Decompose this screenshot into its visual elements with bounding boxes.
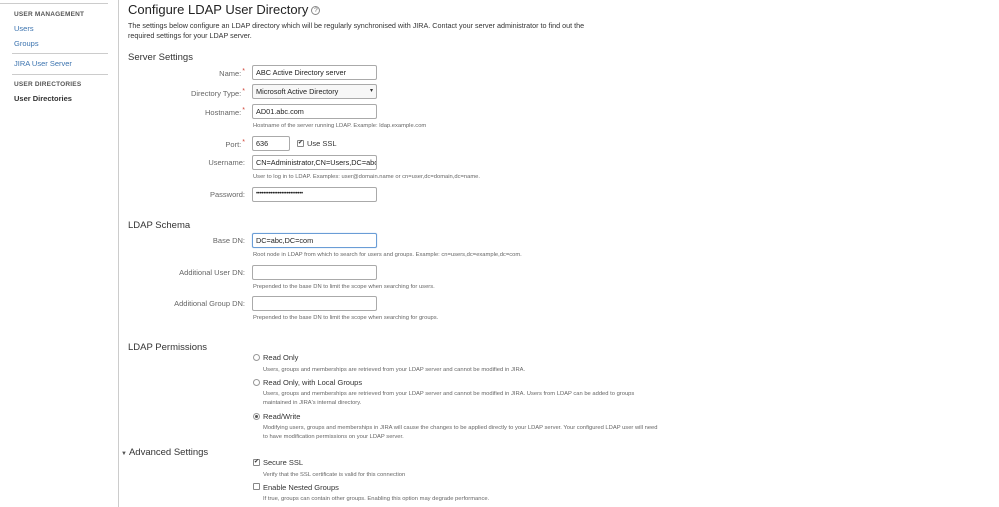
directory-type-label: Directory Type:*: [191, 88, 245, 98]
port-label: Port:*: [225, 139, 245, 149]
secure-ssl-label: Secure SSL: [263, 458, 304, 467]
permission-read-only-local-groups-radio[interactable]: [253, 379, 260, 386]
nested-groups-label: Enable Nested Groups: [263, 483, 339, 492]
hostname-field[interactable]: AD01.abc.com: [252, 104, 377, 119]
permission-read-only-local-groups-label: Read Only, with Local Groups: [263, 378, 363, 387]
username-hint: User to log in to LDAP. Examples: user@d…: [253, 174, 480, 180]
section-title-server-settings: Server Settings: [128, 52, 193, 63]
name-field[interactable]: ABC Active Directory server: [252, 65, 377, 80]
use-ssl-checkbox[interactable]: ✔: [297, 140, 304, 147]
secure-ssl-checkbox[interactable]: ✔: [253, 459, 260, 466]
page-title: Configure LDAP User Directory?: [128, 2, 321, 17]
password-label: Password:: [209, 190, 245, 199]
expand-icon: ▼: [121, 451, 127, 457]
hostname-label-text: Hostname:: [204, 108, 242, 117]
username-label: Username:: [208, 158, 245, 167]
chevron-down-icon: ▾: [369, 88, 373, 94]
required-marker: *: [242, 139, 245, 146]
advanced-settings-toggle[interactable]: ▼ Advanced Settings: [121, 447, 208, 458]
permission-read-write-label: Read/Write: [263, 412, 301, 421]
section-title-ldap-permissions: LDAP Permissions: [128, 342, 208, 353]
sidebar-item-users[interactable]: Users: [14, 24, 34, 33]
port-field[interactable]: 636: [252, 136, 290, 151]
additional-user-dn-field[interactable]: [252, 265, 377, 280]
directory-type-select[interactable]: Microsoft Active Directory ▾: [252, 84, 377, 99]
nested-groups-checkbox[interactable]: [253, 483, 260, 490]
permission-read-write-radio[interactable]: [253, 413, 260, 420]
permission-read-only-local-groups-desc: Users, groups and memberships are retrie…: [263, 391, 635, 406]
required-marker: *: [242, 68, 245, 75]
additional-group-dn-hint: Prepended to the base DN to limit the sc…: [253, 315, 439, 321]
permission-read-only-desc: Users, groups and memberships are retrie…: [263, 367, 526, 373]
sidebar-item-groups[interactable]: Groups: [14, 39, 39, 48]
hostname-hint: Hostname of the server running LDAP. Exa…: [253, 123, 427, 129]
port-label-text: Port:: [225, 140, 242, 149]
sidebar-divider: [12, 74, 108, 75]
use-ssl-label: Use SSL: [307, 139, 337, 148]
intro-text: The settings below configure an LDAP dir…: [128, 21, 585, 40]
additional-user-dn-label: Additional User DN:: [179, 268, 245, 277]
name-label: Name:*: [219, 68, 245, 78]
sidebar: USER MANAGEMENT Users Groups JIRA User S…: [0, 0, 119, 507]
permission-read-only-label: Read Only: [263, 353, 299, 362]
sidebar-item-jira-user-server[interactable]: JIRA User Server: [14, 59, 72, 68]
sidebar-heading-user-directories: USER DIRECTORIES: [14, 81, 82, 88]
help-icon[interactable]: ?: [311, 6, 321, 15]
sidebar-heading-user-management: USER MANAGEMENT: [14, 11, 85, 18]
base-dn-field[interactable]: DC=abc,DC=com: [252, 233, 377, 248]
additional-group-dn-field[interactable]: [252, 296, 377, 311]
secure-ssl-hint: Verify that the SSL certificate is valid…: [263, 472, 406, 478]
username-field[interactable]: CN=Administrator,CN=Users,DC=abc,DC=com: [252, 155, 377, 170]
additional-group-dn-label: Additional Group DN:: [174, 299, 245, 308]
directory-type-label-text: Directory Type:: [190, 89, 242, 98]
sidebar-divider: [0, 3, 108, 4]
password-field[interactable]: ••••••••••••••••••••••••••: [252, 187, 377, 202]
main-content: Configure LDAP User Directory? The setti…: [121, 0, 988, 507]
additional-user-dn-hint: Prepended to the base DN to limit the sc…: [253, 284, 435, 290]
section-title-advanced-settings: Advanced Settings: [128, 447, 209, 458]
base-dn-label: Base DN:: [212, 236, 245, 245]
nested-groups-hint: If true, groups can contain other groups…: [263, 496, 490, 502]
section-title-ldap-schema: LDAP Schema: [128, 220, 191, 231]
permission-read-only-radio[interactable]: [253, 354, 260, 361]
sidebar-item-user-directories[interactable]: User Directories: [14, 94, 72, 103]
required-marker: *: [242, 107, 245, 114]
permission-read-write-desc: Modifying users, groups and memberships …: [263, 425, 658, 440]
hostname-label: Hostname:*: [205, 107, 245, 117]
directory-type-value: Microsoft Active Directory: [256, 87, 339, 96]
sidebar-divider: [12, 53, 108, 54]
page-title-text: Configure LDAP User Directory: [128, 2, 309, 17]
name-label-text: Name:: [219, 69, 242, 78]
required-marker: *: [242, 88, 245, 95]
base-dn-hint: Root node in LDAP from which to search f…: [253, 252, 522, 258]
